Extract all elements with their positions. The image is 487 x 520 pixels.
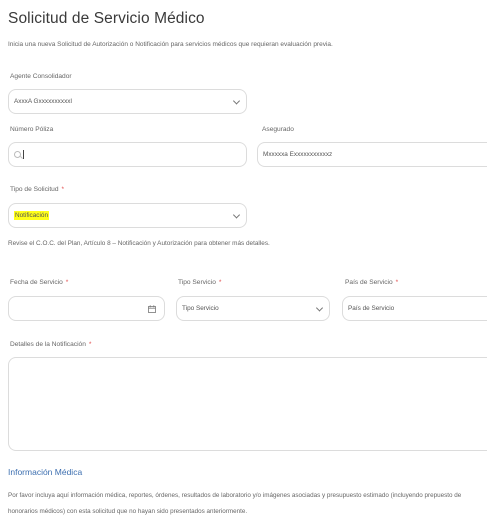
poliza-label: Número Póliza (10, 126, 54, 133)
pais-value: País de Servicio (348, 305, 395, 312)
tipo-solicitud-label: Tipo de Solicitud * (10, 186, 65, 193)
asegurado-label: Asegurado (262, 126, 294, 133)
info-medica-paragraph: Por favor incluya aquí información médic… (8, 492, 462, 515)
detalles-label: Detalles de la Notificación * (10, 341, 92, 348)
fecha-label: Fecha de Servicio * (10, 279, 69, 286)
detalles-textarea[interactable] (8, 357, 487, 451)
chevron-down-icon (232, 210, 241, 219)
tipo-servicio-select[interactable]: Tipo Servicio (176, 296, 330, 321)
search-icon (14, 151, 21, 158)
pais-select[interactable]: País de Servicio (342, 296, 487, 321)
chevron-down-icon (232, 96, 241, 105)
tipo-servicio-label: Tipo Servicio * (178, 279, 222, 286)
poliza-input[interactable] (8, 142, 247, 167)
page-subtitle: Inicia una nueva Solicitud de Autorizaci… (8, 41, 333, 48)
agente-label: Agente Consolidador (10, 73, 72, 80)
page-title: Solicitud de Servicio Médico (8, 10, 205, 27)
coc-note: Revise el C.O.C. del Plan, Artículo 8 – … (8, 240, 270, 247)
calendar-icon[interactable] (148, 304, 156, 313)
chevron-down-icon (315, 303, 324, 312)
tipo-solicitud-value: Notificación (14, 211, 50, 220)
asegurado-value: Mxxxxxa Exxxxxxxxxxxz (263, 151, 333, 158)
fecha-input[interactable] (8, 296, 165, 321)
tipo-servicio-value: Tipo Servicio (182, 305, 219, 312)
agente-select[interactable]: AxxxA Gxxxxxxxxxxl (8, 89, 247, 114)
tipo-solicitud-select[interactable]: Notificación (8, 203, 247, 228)
info-medica-heading: Información Médica (8, 467, 83, 477)
pais-label: País de Servicio * (345, 279, 399, 286)
asegurado-field: Mxxxxxa Exxxxxxxxxxxz (257, 142, 487, 167)
agente-value: AxxxA Gxxxxxxxxxxl (14, 98, 72, 105)
